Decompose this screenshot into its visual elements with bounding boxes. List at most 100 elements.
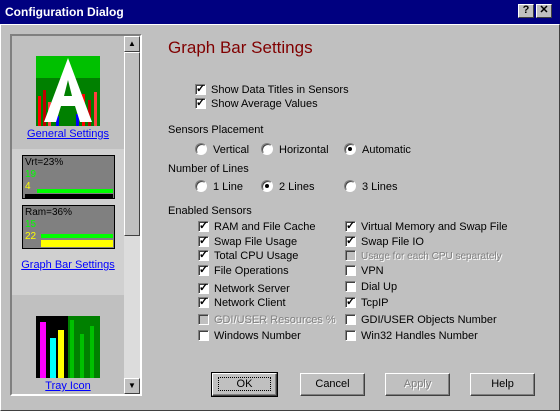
monitor-value: 15 xyxy=(25,219,37,230)
help-dialog-button[interactable]: Help xyxy=(470,373,535,396)
checkbox-label: File Operations xyxy=(214,265,289,277)
sensor-swap-file-io-checkbox[interactable]: Swap File IO xyxy=(345,235,424,249)
checkbox-label: Swap File IO xyxy=(361,236,424,248)
show-data-titles-checkbox[interactable]: Show Data Titles in Sensors xyxy=(195,83,349,97)
cancel-button[interactable]: Cancel xyxy=(300,373,365,396)
sidebar-item-label[interactable]: Graph Bar Settings xyxy=(12,257,124,273)
sensor-vpn-checkbox[interactable]: VPN xyxy=(345,265,384,278)
scroll-thumb[interactable] xyxy=(124,52,140,236)
sidebar-item-tray-icon[interactable]: Tray Icon xyxy=(12,316,124,394)
sensor-windows-number-checkbox[interactable]: Windows Number xyxy=(198,330,301,343)
monitor-bar-base xyxy=(25,194,113,198)
checkbox-label: Windows Number xyxy=(214,330,301,342)
sidebar-item-graph-bar-settings[interactable]: Vrt=23% 19 4 Ram=36% 15 22 Graph Bar Set… xyxy=(12,149,124,295)
number-of-lines-label: Number of Lines xyxy=(168,163,249,175)
sensor-gdi-user-resources-checkbox: GDI/USER Resources % xyxy=(198,314,336,327)
checkbox-label: Dial Up xyxy=(361,281,398,293)
radio-label: Horizontal xyxy=(279,144,329,156)
sidebar-item-label[interactable]: Tray Icon xyxy=(12,378,124,394)
close-button[interactable]: ✕ xyxy=(536,4,552,18)
checkbox-box[interactable] xyxy=(198,249,209,262)
lines-3-radio[interactable]: 3 Lines xyxy=(344,180,397,194)
radio-circle[interactable] xyxy=(344,180,356,192)
sensor-dial-up-checkbox[interactable]: Dial Up xyxy=(345,281,397,294)
placement-vertical-radio[interactable]: Vertical xyxy=(195,143,249,157)
sidebar-scrollbar[interactable]: ▲ ▼ xyxy=(124,36,140,394)
checkbox-label: GDI/USER Objects Number xyxy=(361,314,497,326)
checkbox-box[interactable] xyxy=(345,281,356,292)
checkbox-box[interactable] xyxy=(345,296,356,309)
checkbox-label: Win32 Handles Number xyxy=(361,330,478,342)
lines-2-radio[interactable]: 2 Lines xyxy=(261,180,314,194)
checkbox-label: VPN xyxy=(361,265,384,277)
letter-a-graph-icon xyxy=(36,56,100,126)
sensor-virtual-memory-checkbox[interactable]: Virtual Memory and Swap File xyxy=(345,220,508,234)
monitor-bar xyxy=(37,189,113,193)
checkbox-label: Swap File Usage xyxy=(214,236,298,248)
radio-circle[interactable] xyxy=(261,180,273,192)
sensor-file-operations-checkbox[interactable]: File Operations xyxy=(198,264,289,278)
monitor-bar xyxy=(41,234,113,238)
checkbox-label: Total CPU Usage xyxy=(214,250,299,262)
monitor-title: Vrt=23% xyxy=(25,157,64,168)
sensor-win32-handles-checkbox[interactable]: Win32 Handles Number xyxy=(345,330,478,343)
checkbox-label: RAM and File Cache xyxy=(214,221,316,233)
sidebar-item-label[interactable]: General Settings xyxy=(12,126,124,142)
help-button[interactable]: ? xyxy=(518,4,534,18)
sidebar-item-general-settings[interactable]: General Settings xyxy=(12,56,124,142)
scroll-down-icon[interactable]: ▼ xyxy=(124,378,140,394)
checkbox-box[interactable] xyxy=(198,282,209,295)
checkbox-label: GDI/USER Resources % xyxy=(214,314,336,326)
tray-bars-icon xyxy=(36,316,100,378)
radio-circle[interactable] xyxy=(344,143,356,155)
checkbox-box[interactable] xyxy=(198,264,209,277)
radio-label: Automatic xyxy=(362,144,411,156)
lines-1-radio[interactable]: 1 Line xyxy=(195,180,243,194)
page-title: Graph Bar Settings xyxy=(168,38,313,57)
checkbox-label: Usage for each CPU separately xyxy=(361,251,502,262)
radio-circle[interactable] xyxy=(261,143,273,155)
graph-bar-preview-icon: Ram=36% 15 22 xyxy=(22,205,115,249)
apply-button: Apply xyxy=(385,373,450,396)
checkbox-box xyxy=(198,314,209,325)
checkbox-box[interactable] xyxy=(198,220,209,233)
sensor-ram-file-cache-checkbox[interactable]: RAM and File Cache xyxy=(198,220,316,234)
checkbox-label: Show Average Values xyxy=(211,98,318,110)
sensor-each-cpu-checkbox: Usage for each CPU separately xyxy=(345,250,502,263)
checkbox-box[interactable] xyxy=(345,330,356,341)
settings-nav-pane: General Settings Vrt=23% 19 4 Ram=36% 15… xyxy=(10,34,142,396)
ok-button[interactable]: OK xyxy=(211,372,278,397)
placement-automatic-radio[interactable]: Automatic xyxy=(344,143,411,157)
placement-horizontal-radio[interactable]: Horizontal xyxy=(261,143,329,157)
radio-label: 2 Lines xyxy=(279,181,315,193)
checkbox-box[interactable] xyxy=(345,314,356,325)
title-bar: Configuration Dialog ? ✕ xyxy=(0,0,560,24)
window-title: Configuration Dialog xyxy=(5,5,124,19)
monitor-title: Ram=36% xyxy=(25,207,72,218)
sensor-total-cpu-usage-checkbox[interactable]: Total CPU Usage xyxy=(198,249,299,263)
checkbox-box[interactable] xyxy=(345,220,356,233)
sensor-tcpip-checkbox[interactable]: TcpIP xyxy=(345,296,389,310)
checkbox-label: Network Client xyxy=(214,297,286,309)
checkbox-box[interactable] xyxy=(198,296,209,309)
checkbox-box[interactable] xyxy=(345,235,356,248)
sensor-gdi-user-objects-checkbox[interactable]: GDI/USER Objects Number xyxy=(345,314,497,327)
checkbox-label: Show Data Titles in Sensors xyxy=(211,84,349,96)
checkbox-box[interactable] xyxy=(195,97,206,110)
monitor-value: 19 xyxy=(25,169,37,180)
radio-circle[interactable] xyxy=(195,180,207,192)
monitor-value: 4 xyxy=(25,181,31,192)
sensor-swap-file-usage-checkbox[interactable]: Swap File Usage xyxy=(198,235,298,249)
sensors-placement-label: Sensors Placement xyxy=(168,124,264,136)
radio-circle[interactable] xyxy=(195,143,207,155)
sensor-network-client-checkbox[interactable]: Network Client xyxy=(198,296,286,310)
scroll-up-icon[interactable]: ▲ xyxy=(124,36,140,52)
checkbox-box[interactable] xyxy=(198,330,209,341)
sensor-network-server-checkbox[interactable]: Network Server xyxy=(198,282,290,296)
checkbox-box[interactable] xyxy=(198,235,209,248)
show-average-values-checkbox[interactable]: Show Average Values xyxy=(195,97,318,111)
monitor-bar xyxy=(41,240,113,247)
checkbox-box[interactable] xyxy=(195,83,206,96)
checkbox-box[interactable] xyxy=(345,265,356,276)
enabled-sensors-label: Enabled Sensors xyxy=(168,205,252,217)
